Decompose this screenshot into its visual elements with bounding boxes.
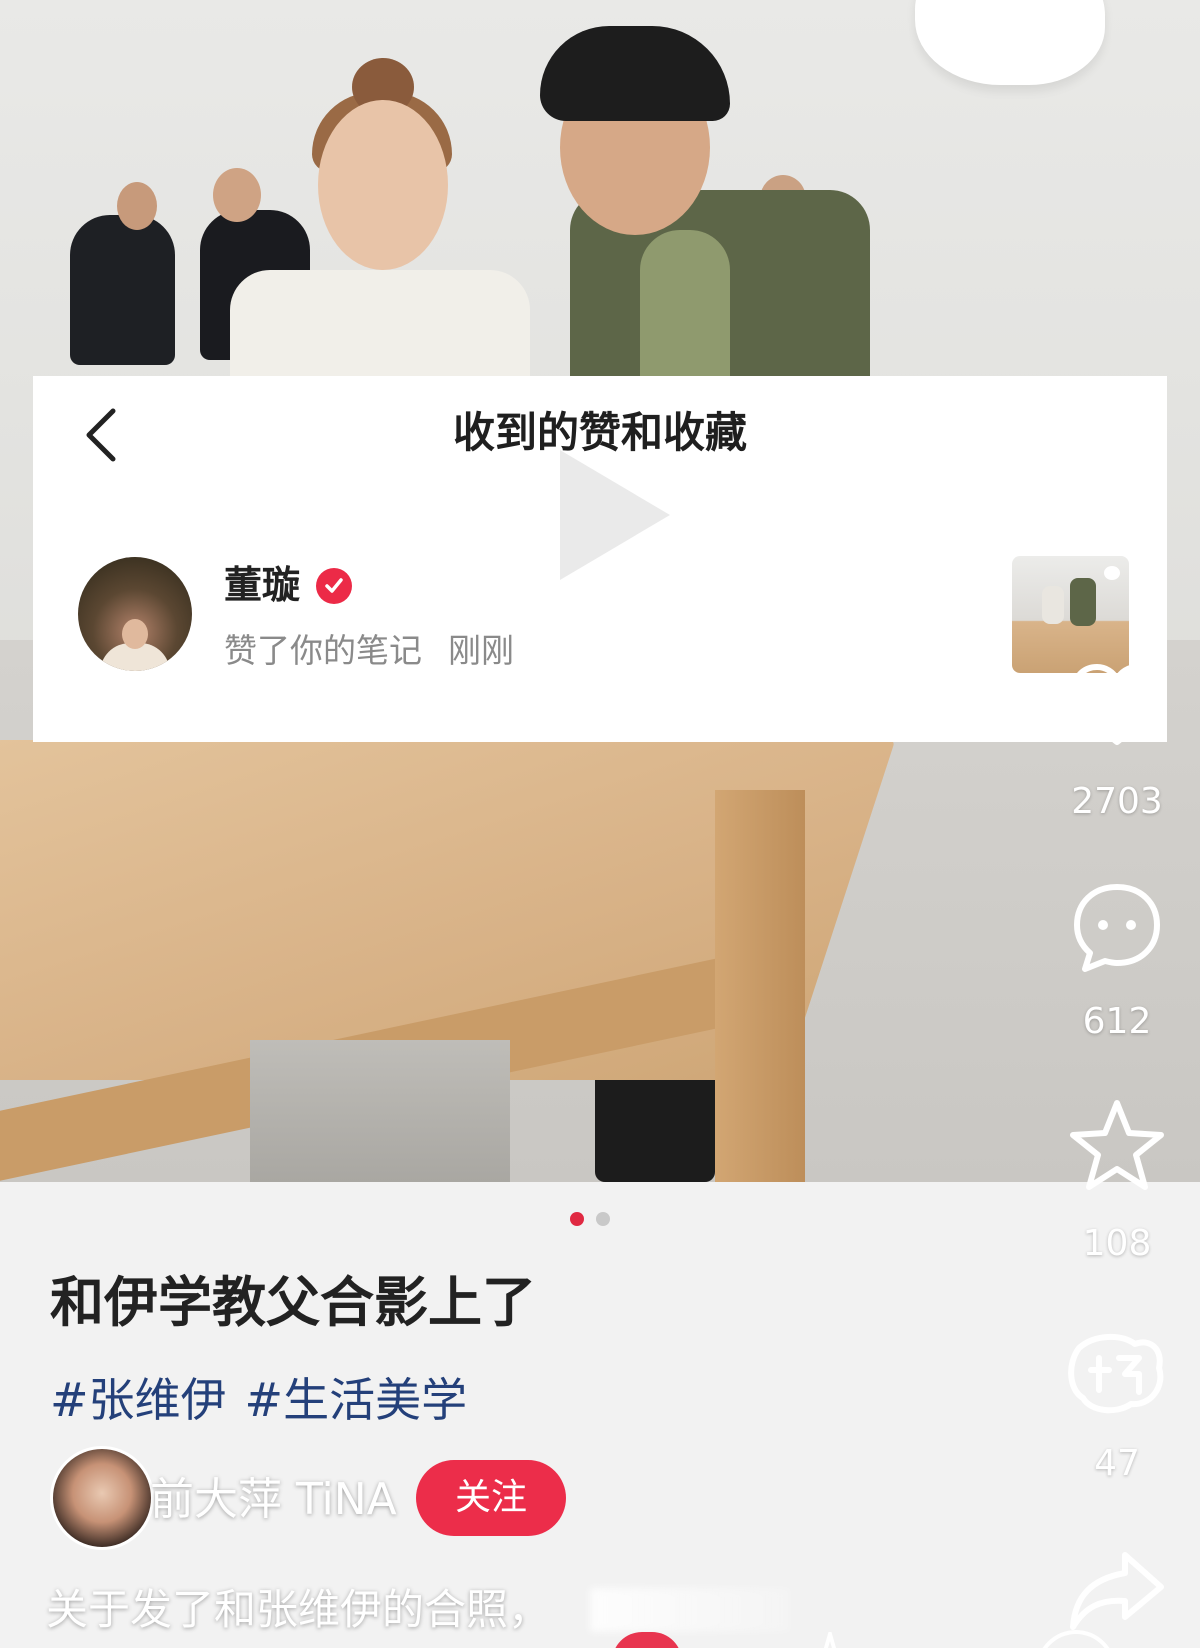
man-shirt (640, 230, 730, 390)
bottom-star-icon (823, 1632, 837, 1648)
man-hair (540, 26, 730, 121)
collect-count: 108 (1082, 1223, 1152, 1264)
post-tags: #张维伊 #生活美学 (50, 1370, 467, 1430)
comment-count: 612 (1082, 1001, 1152, 1042)
background-person-head (213, 168, 261, 222)
author-name[interactable]: 前大萍 TiNA (150, 1470, 397, 1530)
verified-check-icon (316, 568, 352, 604)
post-caption: 关于发了和张维伊的合照， (46, 1585, 551, 1634)
background-person-head (117, 182, 157, 230)
display-stand (250, 1040, 510, 1182)
hashtag-link[interactable]: #张维伊 (50, 1370, 227, 1430)
bottom-heart-icon (612, 1632, 682, 1648)
follow-button[interactable]: 关注 (416, 1460, 566, 1536)
chevron-left-icon (86, 408, 116, 462)
carousel-indicator (570, 1212, 610, 1228)
comment-bubble-icon (1074, 884, 1160, 972)
notification-user-name[interactable]: 董璇 (224, 560, 300, 610)
notification-time: 刚刚 (448, 631, 514, 670)
thumbnail-person (1070, 578, 1096, 626)
hashtag-link[interactable]: #生活美学 (245, 1370, 468, 1430)
background-person (70, 215, 175, 365)
star-icon (1070, 1100, 1164, 1190)
store-logo-decoration (915, 0, 1105, 85)
woman-figure (230, 270, 530, 390)
notification-action-text: 赞了你的笔记 (224, 631, 422, 670)
good-button[interactable] (1062, 1318, 1172, 1428)
carousel-dot (596, 1212, 610, 1226)
back-button[interactable] (78, 405, 122, 465)
good-stamp-icon (1068, 1333, 1164, 1414)
post-title: 和伊学教父合影上了 (50, 1271, 536, 1334)
thumbnail-person (1042, 586, 1064, 624)
avatar-face (122, 619, 148, 649)
heart-icon (1072, 664, 1162, 745)
wooden-table-leg (715, 790, 805, 1182)
thumbnail-logo (1104, 566, 1120, 580)
notification-action: 赞了你的笔记 刚刚 (224, 628, 514, 674)
carousel-dot-active (570, 1212, 584, 1226)
woman-face (318, 100, 448, 270)
share-button[interactable] (1062, 1535, 1172, 1645)
caption-redaction (590, 1588, 790, 1632)
play-icon (560, 450, 670, 580)
share-arrow-icon (1070, 1552, 1164, 1630)
collect-button[interactable] (1062, 1090, 1172, 1200)
author-avatar[interactable] (50, 1446, 154, 1550)
good-count: 47 (1094, 1443, 1140, 1484)
like-count: 2703 (1071, 781, 1163, 822)
avatar[interactable] (78, 557, 192, 671)
comment-button[interactable] (1062, 872, 1172, 982)
like-button[interactable] (1062, 650, 1172, 760)
